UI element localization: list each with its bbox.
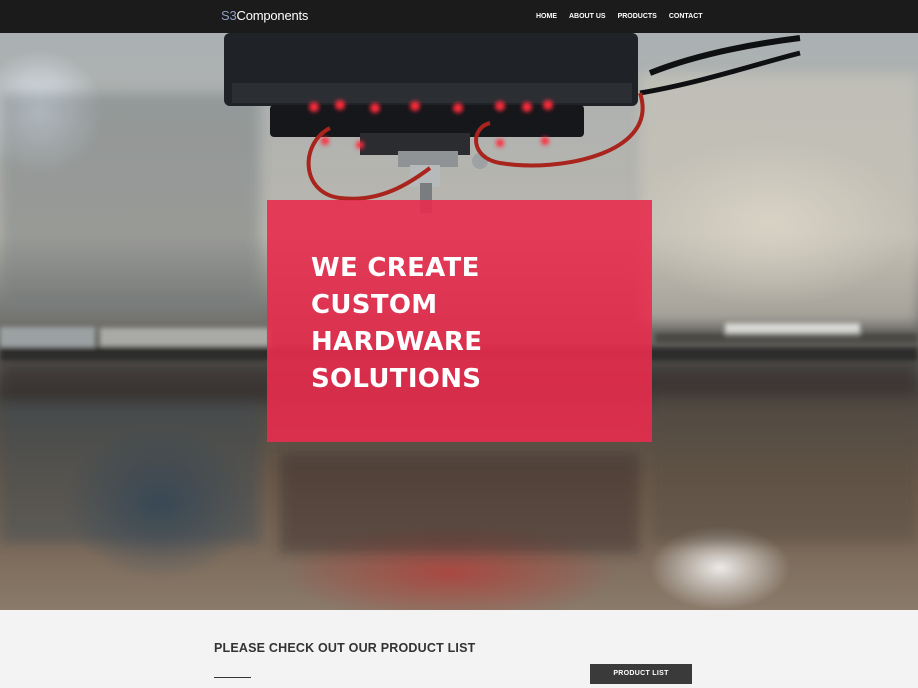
hero-headline-line-4: SOLUTIONS bbox=[311, 364, 482, 394]
cta-divider bbox=[214, 677, 251, 678]
product-list-button[interactable]: PRODUCT LIST bbox=[590, 664, 692, 684]
top-navbar: S3Components HOME ABOUT US PRODUCTS CONT… bbox=[0, 0, 918, 33]
product-list-cta: PLEASE CHECK OUT OUR PRODUCT LIST PRODUC… bbox=[0, 610, 918, 688]
nav-link-products[interactable]: PRODUCTS bbox=[618, 12, 657, 21]
cta-heading: PLEASE CHECK OUT OUR PRODUCT LIST bbox=[214, 641, 476, 655]
nav-link-about-us[interactable]: ABOUT US bbox=[569, 12, 606, 21]
nav-link-home[interactable]: HOME bbox=[536, 12, 557, 21]
brand-logo[interactable]: S3Components bbox=[221, 8, 308, 24]
hero-card: WE CREATE CUSTOM HARDWARE SOLUTIONS bbox=[267, 200, 652, 442]
hero-banner: WE CREATE CUSTOM HARDWARE SOLUTIONS bbox=[0, 33, 918, 610]
main-nav: HOME ABOUT US PRODUCTS CONTACT bbox=[536, 12, 703, 21]
hero-headline-line-3: HARDWARE bbox=[311, 327, 483, 357]
nav-link-contact[interactable]: CONTACT bbox=[669, 12, 703, 21]
hero-headline: WE CREATE CUSTOM HARDWARE SOLUTIONS bbox=[311, 250, 611, 398]
hero-headline-line-1: WE CREATE bbox=[311, 253, 480, 283]
brand-prefix: S3 bbox=[221, 8, 237, 23]
brand-name: Components bbox=[236, 8, 309, 23]
hero-headline-line-2: CUSTOM bbox=[311, 290, 438, 320]
